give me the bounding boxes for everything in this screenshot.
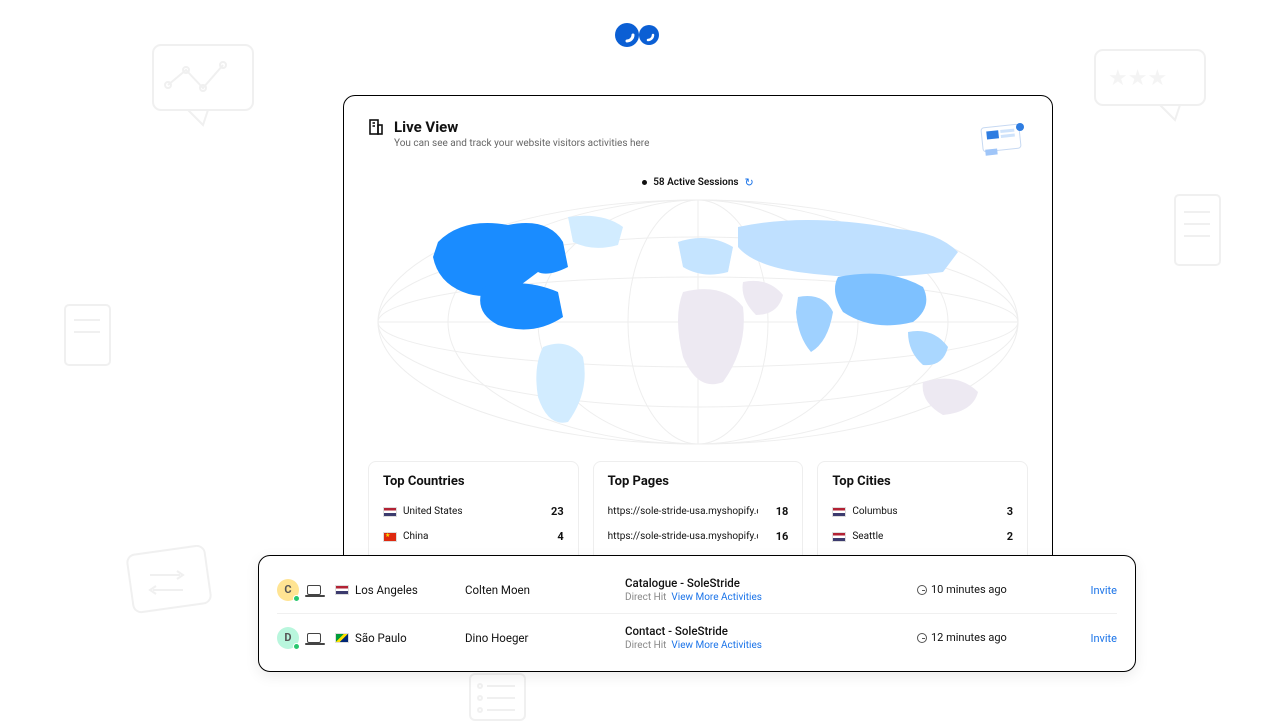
doodle-arrows-bubble — [125, 545, 215, 625]
active-sessions-bar: 58 Active Sessions ↻ — [368, 176, 1028, 189]
clock-icon — [917, 585, 927, 595]
top-pages-heading: Top Pages — [608, 474, 789, 489]
visitor-time: 12 minutes ago — [917, 631, 1067, 644]
doodle-doc — [1170, 190, 1225, 275]
visitor-avatar: D — [277, 627, 299, 649]
visitor-row: D São Paulo Dino Hoeger Contact - SoleSt… — [277, 613, 1117, 661]
building-icon — [368, 118, 384, 140]
visitor-page: Contact - SoleStride Direct Hit View Mor… — [625, 624, 917, 651]
top-cities-panel: Top Cities Columbus 3 Seattle 2 — [817, 461, 1028, 562]
visitor-location: São Paulo — [335, 631, 465, 645]
doodle-chart-bubble — [148, 40, 258, 130]
visitor-name: Colten Moen — [465, 583, 625, 597]
active-sessions-label: 58 Active Sessions — [653, 177, 738, 188]
view-more-activities-link[interactable]: View More Activities — [671, 592, 762, 603]
top-cities-heading: Top Cities — [832, 474, 1013, 489]
city-row: Columbus 3 — [832, 499, 1013, 524]
doodle-doc-2 — [60, 300, 115, 375]
doodle-list — [465, 672, 530, 722]
country-row: United States 23 — [383, 499, 564, 524]
visitor-name: Dino Hoeger — [465, 631, 625, 645]
doodle-stars-bubble: ★★★ — [1090, 45, 1210, 125]
view-more-activities-link[interactable]: View More Activities — [671, 640, 762, 651]
top-countries-heading: Top Countries — [383, 474, 564, 489]
world-map — [368, 197, 1028, 447]
top-countries-panel: Top Countries United States 23 China 4 — [368, 461, 579, 562]
visitors-list-card: C Los Angeles Colten Moen Catalogue - So… — [258, 555, 1136, 672]
visitor-page: Catalogue - SoleStride Direct Hit View M… — [625, 576, 917, 603]
flag-icon-br — [335, 633, 349, 643]
visitor-time: 10 minutes ago — [917, 583, 1067, 596]
country-row: China 4 — [383, 524, 564, 549]
online-indicator-icon — [293, 595, 300, 602]
invite-button[interactable]: Invite — [1090, 632, 1117, 645]
online-indicator-icon — [293, 643, 300, 650]
city-row: Seattle 2 — [832, 524, 1013, 549]
brand-logo — [615, 22, 665, 48]
sessions-refresh-icon[interactable]: ↻ — [745, 176, 754, 189]
laptop-icon — [307, 585, 321, 595]
flag-icon-cn — [383, 532, 397, 542]
invite-button[interactable]: Invite — [1090, 584, 1117, 597]
flag-icon-us — [832, 507, 846, 517]
visitor-avatar: C — [277, 579, 299, 601]
laptop-icon — [307, 633, 321, 643]
page-row: https://sole-stride-usa.myshopify.com/p…… — [608, 499, 789, 524]
flag-icon-us — [335, 585, 349, 595]
visitor-location: Los Angeles — [335, 583, 465, 597]
svg-text:★★★: ★★★ — [1108, 66, 1167, 91]
dashboard-illustration — [978, 118, 1028, 162]
visitor-row: C Los Angeles Colten Moen Catalogue - So… — [277, 566, 1117, 613]
live-view-subtitle: You can see and track your website visit… — [394, 138, 968, 149]
page-row: https://sole-stride-usa.myshopify.com/ 1… — [608, 524, 789, 549]
clock-icon — [917, 633, 927, 643]
flag-icon-us — [832, 532, 846, 542]
device-icon-cell — [299, 633, 335, 643]
device-icon-cell — [299, 585, 335, 595]
live-view-title: Live View — [394, 118, 968, 136]
top-pages-panel: Top Pages https://sole-stride-usa.myshop… — [593, 461, 804, 562]
flag-icon-us — [383, 507, 397, 517]
dot-icon — [642, 180, 647, 185]
